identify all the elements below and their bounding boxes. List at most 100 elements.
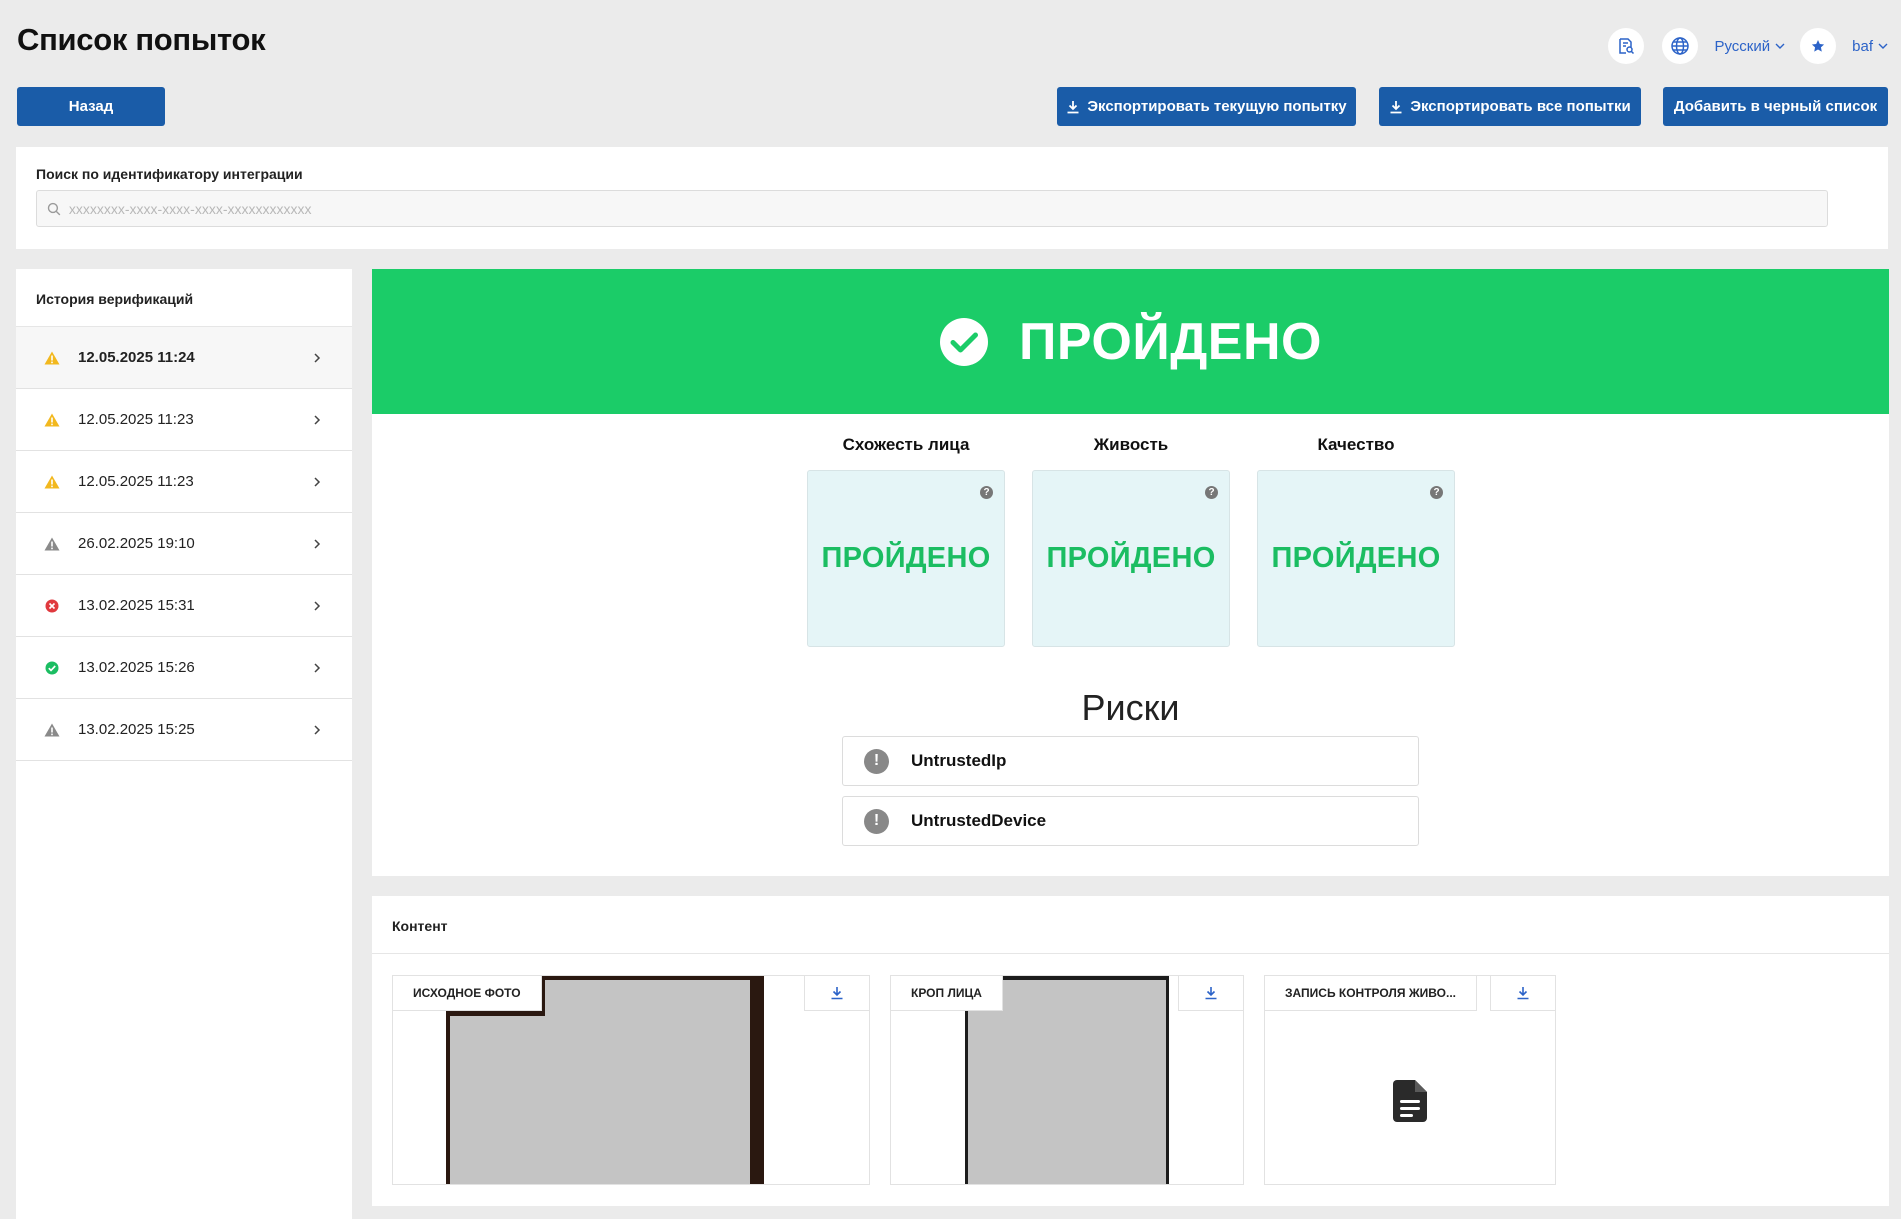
- history-item[interactable]: 12.05.2025 11:23: [16, 451, 352, 513]
- chevron-right-icon: [314, 476, 321, 487]
- media-label: КРОП ЛИЦА: [891, 976, 1003, 1011]
- check-liveness: Живость ? ПРОЙДЕНО: [1032, 435, 1230, 647]
- export-current-label: Экспортировать текущую попытку: [1087, 98, 1347, 115]
- globe-icon: [1671, 37, 1690, 55]
- exclamation-icon: !: [864, 808, 889, 834]
- verification-result: ПРОЙДЕНО Схожесть лица ? ПРОЙДЕНО Живост…: [372, 269, 1889, 876]
- history-date: 13.02.2025 15:31: [78, 597, 195, 614]
- download-icon: [1067, 100, 1079, 113]
- download-icon: [1517, 987, 1529, 1000]
- warning-icon: [44, 350, 60, 366]
- download-icon: [831, 987, 843, 1000]
- check-quality: Качество ? ПРОЙДЕНО: [1257, 435, 1455, 647]
- chevron-down-icon: [1878, 43, 1888, 49]
- result-banner: ПРОЙДЕНО: [372, 269, 1889, 414]
- history-item[interactable]: 13.02.2025 15:26: [16, 637, 352, 699]
- content-section: Контент ИСХОДНОЕ ФОТО КРОП ЛИЦА ЗАПИСЬ К…: [372, 896, 1889, 1206]
- history-title: История верификаций: [16, 269, 352, 327]
- user-menu[interactable]: baf: [1852, 38, 1889, 55]
- language-label: Русский: [1714, 37, 1771, 55]
- verification-history: История верификаций 12.05.2025 11:24 12.0…: [16, 269, 352, 1219]
- check-face-similarity: Схожесть лица ? ПРОЙДЕНО: [807, 435, 1005, 647]
- warning-gray-icon: [44, 722, 60, 738]
- media-face-crop[interactable]: КРОП ЛИЦА: [890, 975, 1244, 1185]
- check-value: ПРОЙДЕНО: [1046, 542, 1216, 574]
- search-label: Поиск по идентификатору интеграции: [36, 166, 303, 182]
- redacted-area: [450, 1016, 750, 1184]
- warning-icon: [44, 474, 60, 490]
- check-card: ? ПРОЙДЕНО: [807, 470, 1005, 647]
- download-button[interactable]: [804, 976, 869, 1011]
- risk-name: UntrustedDevice: [911, 811, 1047, 830]
- media-liveness-record[interactable]: ЗАПИСЬ КОНТРОЛЯ ЖИВО...: [1264, 975, 1556, 1185]
- history-item[interactable]: 12.05.2025 11:23: [16, 389, 352, 451]
- history-date: 12.05.2025 11:23: [78, 411, 194, 428]
- history-date: 13.02.2025 15:25: [78, 721, 195, 738]
- chevron-right-icon: [314, 724, 321, 735]
- history-list: 12.05.2025 11:24 12.05.2025 11:23 12.05.20…: [16, 327, 352, 761]
- search-icon: [47, 202, 61, 215]
- export-all-label: Экспортировать все попытки: [1410, 98, 1631, 115]
- media-original-photo[interactable]: ИСХОДНОЕ ФОТО: [392, 975, 870, 1185]
- language-select[interactable]: Русский: [1714, 38, 1786, 55]
- history-item[interactable]: 12.05.2025 11:24: [16, 327, 352, 389]
- error-icon: [44, 598, 60, 614]
- document-search-icon: [1619, 38, 1635, 55]
- chevron-right-icon: [314, 352, 321, 363]
- add-blacklist-label: Добавить в черный список: [1673, 98, 1878, 115]
- star-icon: [1812, 40, 1825, 52]
- user-name: baf: [1852, 37, 1873, 55]
- checks-row: Схожесть лица ? ПРОЙДЕНО Живость ? ПРОЙД…: [807, 435, 1455, 647]
- warning-gray-icon: [44, 536, 60, 552]
- export-all-button[interactable]: Экспортировать все попытки: [1379, 87, 1641, 126]
- help-icon[interactable]: ?: [980, 486, 993, 499]
- chevron-right-icon: [314, 600, 321, 611]
- back-button-label: Назад: [68, 98, 114, 115]
- check-card: ? ПРОЙДЕНО: [1032, 470, 1230, 647]
- header-controls: Русский baf: [1608, 28, 1889, 64]
- history-date: 26.02.2025 19:10: [78, 535, 195, 552]
- chevron-right-icon: [314, 538, 321, 549]
- risk-item: ! UntrustedIp: [842, 736, 1419, 786]
- favorites-button[interactable]: [1800, 28, 1837, 64]
- warning-icon: [44, 412, 60, 428]
- content-title: Контент: [372, 896, 1889, 954]
- result-status: ПРОЙДЕНО: [1019, 312, 1322, 371]
- search-card: Поиск по идентификатору интеграции: [16, 147, 1888, 249]
- document-icon: [1393, 1079, 1427, 1122]
- risk-item: ! UntrustedDevice: [842, 796, 1419, 846]
- help-icon[interactable]: ?: [1205, 486, 1218, 499]
- check-circle-icon: [940, 317, 989, 366]
- add-blacklist-button[interactable]: Добавить в черный список: [1663, 87, 1888, 126]
- chevron-right-icon: [314, 662, 321, 673]
- history-date: 13.02.2025 15:26: [78, 659, 195, 676]
- risks-title: Риски: [1081, 687, 1180, 728]
- check-title: Схожесть лица: [842, 435, 970, 454]
- success-icon: [44, 660, 60, 676]
- check-value: ПРОЙДЕНО: [1271, 542, 1441, 574]
- chevron-right-icon: [314, 414, 321, 425]
- history-item[interactable]: 13.02.2025 15:31: [16, 575, 352, 637]
- language-button[interactable]: [1662, 28, 1699, 64]
- page-title: Список попыток: [17, 22, 266, 57]
- check-card: ? ПРОЙДЕНО: [1257, 470, 1455, 647]
- chevron-down-icon: [1775, 43, 1785, 49]
- history-item[interactable]: 13.02.2025 15:25: [16, 699, 352, 761]
- search-log-button[interactable]: [1608, 28, 1645, 64]
- check-title: Живость: [1093, 435, 1169, 454]
- check-value: ПРОЙДЕНО: [821, 542, 991, 574]
- redacted-area: [545, 980, 750, 1020]
- download-button[interactable]: [1178, 976, 1243, 1011]
- search-input[interactable]: [68, 200, 1827, 217]
- search-box: [36, 190, 1828, 227]
- back-button[interactable]: Назад: [17, 87, 165, 126]
- export-current-button[interactable]: Экспортировать текущую попытку: [1057, 87, 1356, 126]
- download-icon: [1205, 987, 1217, 1000]
- history-date: 12.05.2025 11:24: [78, 349, 195, 366]
- media-label: ЗАПИСЬ КОНТРОЛЯ ЖИВО...: [1265, 976, 1477, 1011]
- download-button[interactable]: [1490, 976, 1555, 1011]
- history-item[interactable]: 26.02.2025 19:10: [16, 513, 352, 575]
- risk-name: UntrustedIp: [911, 751, 1007, 770]
- check-title: Качество: [1317, 435, 1395, 454]
- help-icon[interactable]: ?: [1430, 486, 1443, 499]
